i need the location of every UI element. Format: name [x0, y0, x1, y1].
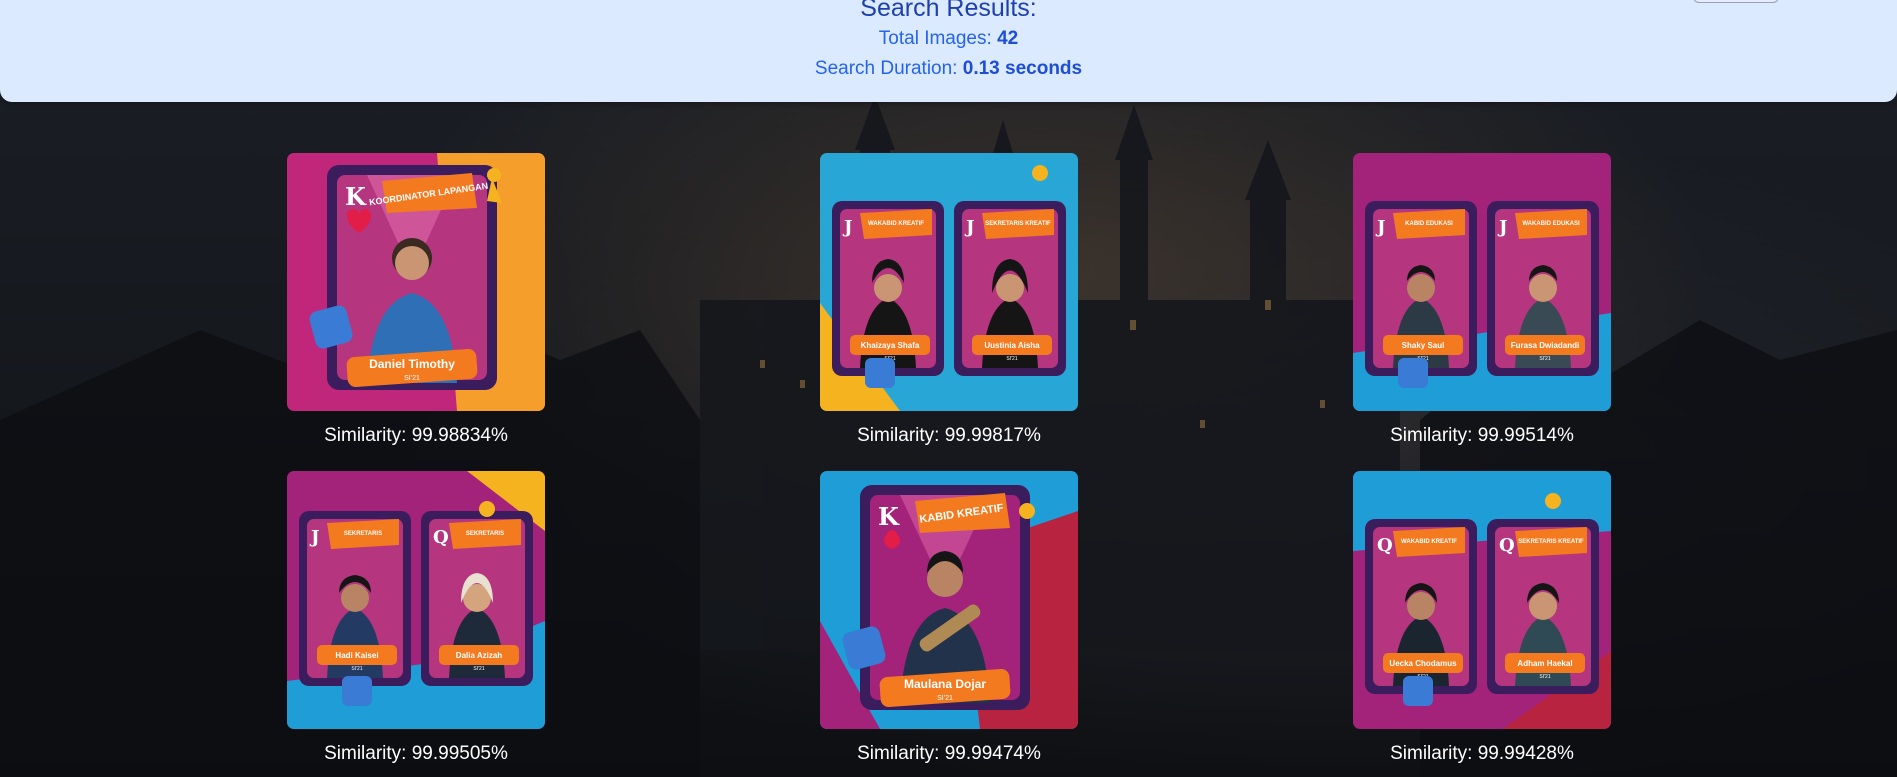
total-images-value: 42 [997, 28, 1019, 49]
similarity-score: Similarity: 99.99428% [1390, 743, 1574, 764]
card-role: KABID EDUKASI [1405, 221, 1453, 227]
result-card[interactable]: K KABID KREATIF Maulana Dojar SI'21 Simi… [820, 471, 1078, 765]
card-name: Uecka Chodamus [1389, 659, 1457, 668]
search-duration-label: Search Duration: [814, 58, 958, 79]
card-rank: Q [433, 527, 449, 548]
card-year: SI'21 [1006, 356, 1017, 362]
total-images-line: Total Images: 42 [0, 28, 1897, 50]
card-role: WAKABID KREATIF [868, 221, 924, 227]
search-results-header: Search Results: Total Images: 42 Search … [0, 0, 1897, 102]
results-title: Search Results: [860, 0, 1037, 22]
card-year: SI'21 [937, 695, 953, 702]
total-images-label: Total Images: [878, 28, 992, 49]
result-image[interactable]: K KOORDINATOR LAPANGAN Daniel Timothy SI… [287, 153, 545, 411]
card-rank: K [878, 502, 900, 531]
card-year: SI'21 [404, 375, 420, 382]
result-image[interactable]: K KABID KREATIF Maulana Dojar SI'21 [820, 471, 1078, 729]
result-card[interactable]: K KOORDINATOR LAPANGAN Daniel Timothy SI… [287, 153, 545, 447]
card-rank: J [309, 527, 320, 548]
card-name: Furasa Dwiadandi [1511, 341, 1579, 350]
card-year: SI'21 [473, 666, 484, 672]
card-rank: J [1497, 217, 1508, 238]
result-card[interactable]: Q WAKABID KREATIF Uecka Chodamus SI'21 Q… [1353, 471, 1611, 765]
card-role: WAKABID KREATIF [1401, 539, 1457, 545]
result-image[interactable]: Q WAKABID KREATIF Uecka Chodamus SI'21 Q… [1353, 471, 1611, 729]
card-rank: J [842, 217, 853, 238]
card-year: SI'21 [1539, 356, 1550, 362]
similarity-score: Similarity: 99.99474% [857, 743, 1041, 764]
similarity-score: Similarity: 99.98834% [324, 425, 508, 446]
result-card[interactable]: J KABID EDUKASI Shaky Saul SI'21 J WAKAB… [1353, 153, 1611, 447]
result-image[interactable]: J SEKRETARIS Hadi Kaisei SI'21 Q SEKRETA… [287, 471, 545, 729]
card-name: Dalia Azizah [456, 651, 502, 660]
result-image[interactable]: J KABID EDUKASI Shaky Saul SI'21 J WAKAB… [1353, 153, 1611, 411]
similarity-score: Similarity: 99.99514% [1390, 425, 1574, 446]
card-rank: Q [1377, 535, 1393, 556]
card-rank: J [964, 217, 975, 238]
result-card[interactable]: J WAKABID KREATIF Khaizaya Shafa SI'21 J… [820, 153, 1078, 447]
similarity-score: Similarity: 99.99505% [324, 743, 508, 764]
header-button[interactable] [1693, 0, 1779, 3]
card-role: SEKRETARIS KREATIF [985, 221, 1051, 227]
card-name: Daniel Timothy [369, 357, 455, 371]
card-role: SEKRETARIS KREATIF [1518, 539, 1584, 545]
card-name: Uustinia Aisha [984, 341, 1040, 350]
card-role: WAKABID EDUKASI [1522, 221, 1580, 227]
card-name: Hadi Kaisei [335, 651, 378, 660]
card-name: Maulana Dojar [904, 677, 986, 691]
card-name: Khaizaya Shafa [861, 341, 920, 350]
result-image[interactable]: J WAKABID KREATIF Khaizaya Shafa SI'21 J… [820, 153, 1078, 411]
card-name: Shaky Saul [1402, 341, 1445, 350]
search-duration-line: Search Duration: 0.13 seconds [0, 58, 1897, 80]
card-rank: Q [1499, 535, 1515, 556]
card-year: SI'21 [351, 666, 362, 672]
card-rank: K [345, 182, 367, 211]
card-year: SI'21 [1539, 674, 1550, 680]
card-name: Adham Haekal [1517, 659, 1572, 668]
card-role: SEKRETARIS [344, 531, 382, 537]
search-duration-value: 0.13 seconds [962, 58, 1083, 79]
card-rank: J [1375, 217, 1386, 238]
result-card[interactable]: J SEKRETARIS Hadi Kaisei SI'21 Q SEKRETA… [287, 471, 545, 765]
card-role: SEKRETARIS [466, 531, 504, 537]
similarity-score: Similarity: 99.99817% [857, 425, 1041, 446]
